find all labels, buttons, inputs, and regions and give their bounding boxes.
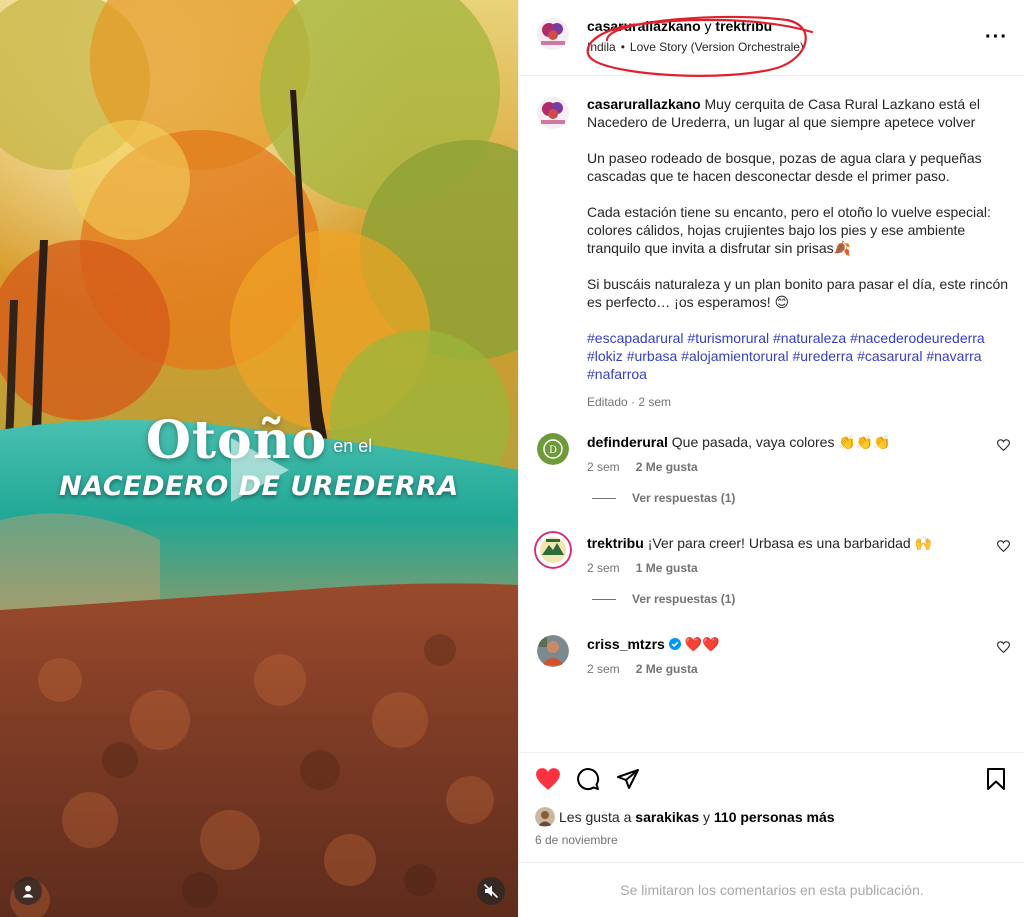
user-tag-button[interactable] xyxy=(14,877,42,905)
liker-username[interactable]: sarakikas xyxy=(635,809,699,825)
hashtag[interactable]: #nacederodeurederra xyxy=(850,330,985,346)
comment-heart-icon[interactable] xyxy=(997,439,1010,452)
comment-username[interactable]: trektribu xyxy=(587,535,644,551)
comment-heart-icon[interactable] xyxy=(997,540,1010,553)
likes-prefix: Les gusta a xyxy=(559,809,632,825)
post-date[interactable]: 6 de noviembre xyxy=(535,833,618,847)
comment-time[interactable]: 2 sem xyxy=(587,460,620,474)
post-details-panel: casarurallazkano y trektribu Indila • Love… xyxy=(518,0,1024,917)
avatar-image xyxy=(535,807,555,827)
heart-icon[interactable] xyxy=(535,767,561,791)
comment-likes[interactable]: 2 Me gusta xyxy=(636,460,698,474)
commenter-avatar[interactable] xyxy=(534,531,572,569)
comment-meta: 2 sem 2 Me gusta xyxy=(587,662,987,676)
caption-author-avatar[interactable] xyxy=(537,97,569,129)
comment-line: definderural Que pasada, vaya colores 👏👏… xyxy=(587,433,987,451)
replies-divider xyxy=(592,497,616,499)
comment-bubble-icon[interactable] xyxy=(576,767,600,791)
likes-summary[interactable]: Les gusta a sarakikas y 110 personas más xyxy=(535,807,835,827)
author-username[interactable]: casarurallazkano xyxy=(587,18,701,34)
post-actions: Les gusta a sarakikas y 110 personas más… xyxy=(519,752,1024,862)
comment-item: trektribu ¡Ver para creer! Urbasa es una… xyxy=(534,531,1010,634)
avatar-image: D xyxy=(537,433,569,465)
comment-username[interactable]: definderural xyxy=(587,434,668,450)
caption-paragraph-4: Si buscáis naturaleza y un plan bonito p… xyxy=(587,276,1009,310)
hashtag[interactable]: #lokiz xyxy=(587,348,623,364)
comment-likes[interactable]: 1 Me gusta xyxy=(636,561,698,575)
comments-scroll-area[interactable]: casarurallazkano Muy cerquita de Casa Ru… xyxy=(519,77,1024,752)
paper-plane-icon[interactable] xyxy=(616,767,640,791)
mute-button[interactable] xyxy=(477,877,505,905)
view-replies-button[interactable]: Ver respuestas (1) xyxy=(592,491,735,505)
view-replies-label: Ver respuestas (1) xyxy=(632,491,736,505)
hashtag[interactable]: #nafarroa xyxy=(587,366,647,382)
hashtag[interactable]: #navarra xyxy=(926,348,981,364)
comment-body: criss_mtzrs ❤️❤️ 2 sem 2 Me gusta xyxy=(587,635,987,676)
comments-limited-notice: Se limitaron los comentarios en esta pub… xyxy=(519,862,1024,917)
audio-separator: • xyxy=(620,40,625,54)
caption-meta: Editado · 2 sem xyxy=(587,395,672,409)
comment-body: trektribu ¡Ver para creer! Urbasa es una… xyxy=(587,534,987,575)
svg-text:D: D xyxy=(549,445,557,456)
commenter-avatar[interactable]: D xyxy=(537,433,569,465)
audio-title: Love Story (Version Orchestrale) xyxy=(629,40,804,54)
liker-avatar xyxy=(535,807,555,827)
comment-line: trektribu ¡Ver para creer! Urbasa es una… xyxy=(587,534,987,552)
caption-paragraph-3: Cada estación tiene su encanto, pero el … xyxy=(587,204,991,256)
post-header: casarurallazkano y trektribu Indila • Love… xyxy=(519,0,1024,77)
audio-attribution[interactable]: Indila • Love Story (Version Orchestrale) xyxy=(587,40,804,54)
hashtag[interactable]: #naturaleza xyxy=(773,330,846,346)
commenter-avatar[interactable] xyxy=(537,635,569,667)
comment-item: criss_mtzrs ❤️❤️ 2 sem 2 Me gusta xyxy=(537,635,1010,735)
avatar-image xyxy=(537,635,569,667)
caption-hashtags: #escapadarural #turismorural #naturaleza… xyxy=(587,329,1017,383)
view-replies-button[interactable]: Ver respuestas (1) xyxy=(592,592,735,606)
comment-username[interactable]: criss_mtzrs xyxy=(587,636,665,652)
author-avatar[interactable] xyxy=(537,18,569,50)
comment-line: criss_mtzrs ❤️❤️ xyxy=(587,635,987,653)
comment-body: definderural Que pasada, vaya colores 👏👏… xyxy=(587,433,987,474)
likes-connector: y xyxy=(703,809,711,825)
collaborator-username[interactable]: trektribu xyxy=(715,18,772,34)
play-icon[interactable] xyxy=(231,438,289,502)
caption-username[interactable]: casarurallazkano xyxy=(587,96,701,112)
view-replies-label: Ver respuestas (1) xyxy=(632,592,736,606)
overlay-connector: en el xyxy=(333,436,373,456)
user-tag-icon xyxy=(22,885,34,898)
post-authors: casarurallazkano y trektribu xyxy=(587,18,772,34)
collab-connector: y xyxy=(704,18,712,34)
bookmark-icon[interactable] xyxy=(985,767,1007,791)
comment-meta: 2 sem 1 Me gusta xyxy=(587,561,987,575)
avatar-image xyxy=(534,531,572,569)
audio-artist: Indila xyxy=(587,40,616,54)
hashtag[interactable]: #alojamientorural xyxy=(681,348,788,364)
hashtag[interactable]: #turismorural xyxy=(687,330,769,346)
avatar-image xyxy=(537,97,569,129)
likes-others[interactable]: 110 personas más xyxy=(714,809,835,825)
comment-item: D definderural Que pasada, vaya colores … xyxy=(537,433,1010,533)
comment-likes[interactable]: 2 Me gusta xyxy=(636,662,698,676)
comment-text: ❤️❤️ xyxy=(684,636,720,652)
more-options-icon[interactable]: ··· xyxy=(985,26,1008,49)
comment-meta: 2 sem 2 Me gusta xyxy=(587,460,987,474)
hashtag[interactable]: #urbasa xyxy=(627,348,678,364)
post-video[interactable]: Otoño en el NACEDERO DE UREDERRA xyxy=(0,0,518,917)
hashtag[interactable]: #escapadarural xyxy=(587,330,684,346)
caption-paragraph-2: Un paseo rodeado de bosque, pozas de agu… xyxy=(587,150,982,184)
comment-text: ¡Ver para creer! Urbasa es una barbarida… xyxy=(647,535,933,551)
comment-text: Que pasada, vaya colores 👏👏👏 xyxy=(671,434,891,450)
comment-heart-icon[interactable] xyxy=(997,641,1010,654)
hashtag[interactable]: #casarural xyxy=(857,348,922,364)
hashtag[interactable]: #urederra xyxy=(792,348,853,364)
replies-divider xyxy=(592,598,616,600)
comment-time[interactable]: 2 sem xyxy=(587,561,620,575)
muted-speaker-icon xyxy=(483,883,499,899)
comment-time[interactable]: 2 sem xyxy=(587,662,620,676)
avatar-image xyxy=(537,18,569,50)
verified-badge-icon xyxy=(668,638,681,650)
instagram-post-window: Otoño en el NACEDERO DE UREDERRA casarur… xyxy=(0,0,1024,917)
caption-text: casarurallazkano Muy cerquita de Casa Ru… xyxy=(587,95,1017,411)
